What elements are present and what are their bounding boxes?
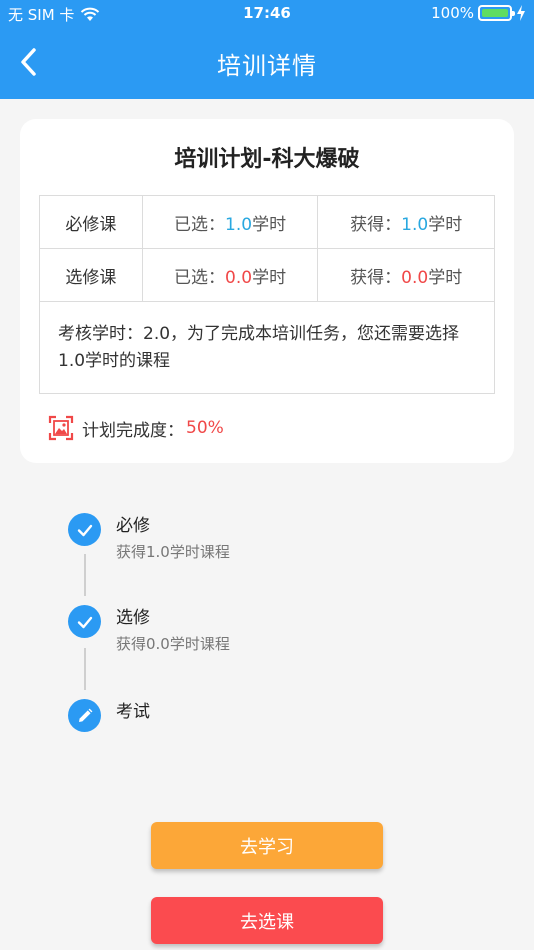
step-connector [84, 648, 86, 690]
table-row: 必修课 已选：1.0学时 获得：1.0学时 [39, 195, 495, 249]
battery-percent: 100% [431, 4, 474, 22]
page-title: 培训详情 [217, 52, 317, 80]
earned-unit: 学时 [428, 214, 463, 235]
earned-unit: 学时 [428, 267, 463, 288]
pencil-icon [68, 699, 101, 732]
earned-cell: 获得：0.0学时 [317, 248, 495, 302]
table-row: 选修课 已选：0.0学时 获得：0.0学时 [39, 248, 495, 302]
selected-prefix: 已选： [174, 267, 226, 288]
app-header: 无 SIM 卡 17:46 100% 培训详情 [0, 0, 534, 99]
step-name: 选修 [116, 608, 150, 628]
selected-value: 1.0 [225, 214, 253, 235]
step-name: 考试 [116, 702, 150, 722]
check-icon [68, 605, 101, 638]
earned-value: 1.0 [401, 214, 429, 235]
selected-cell: 已选：0.0学时 [141, 248, 319, 302]
battery-icon [478, 5, 515, 21]
status-bar: 无 SIM 卡 17:46 100% [0, 0, 534, 28]
selected-cell: 已选：1.0学时 [141, 195, 319, 249]
go-study-button[interactable]: 去学习 [151, 822, 383, 869]
step-detail: 获得1.0学时课程 [116, 543, 230, 561]
earned-prefix: 获得： [350, 267, 402, 288]
step-connector [84, 554, 86, 596]
credit-table: 必修课 已选：1.0学时 获得：1.0学时 选修课 已选：0.0学时 获得：0.… [39, 195, 495, 394]
selected-value: 0.0 [225, 267, 253, 288]
charging-icon [517, 5, 525, 21]
earned-prefix: 获得： [350, 214, 402, 235]
earned-cell: 获得：1.0学时 [317, 195, 495, 249]
selected-prefix: 已选： [174, 214, 226, 235]
step-detail: 获得0.0学时课程 [116, 635, 230, 653]
earned-value: 0.0 [401, 267, 429, 288]
progress-label: 计划完成度： [82, 420, 184, 441]
requirement-note: 考核学时：2.0，为了完成本培训任务，您还需要选择1.0学时的课程 [39, 301, 495, 394]
plan-progress: 计划完成度： 50% [48, 415, 224, 441]
select-course-button[interactable]: 去选课 [151, 897, 383, 944]
check-icon [68, 513, 101, 546]
step-name: 必修 [116, 516, 150, 536]
image-icon [48, 415, 74, 441]
selected-unit: 学时 [252, 267, 287, 288]
row-label: 必修课 [39, 195, 143, 249]
status-right: 100% [431, 4, 526, 22]
plan-title: 培训计划-科大爆破 [174, 147, 360, 172]
training-plan-card: 培训计划-科大爆破 必修课 已选：1.0学时 获得：1.0学时 选修课 已选：0… [20, 119, 514, 463]
progress-value: 50% [186, 418, 224, 438]
selected-unit: 学时 [252, 214, 287, 235]
row-label: 选修课 [39, 248, 143, 302]
table-row: 考核学时：2.0，为了完成本培训任务，您还需要选择1.0学时的课程 [39, 301, 495, 394]
